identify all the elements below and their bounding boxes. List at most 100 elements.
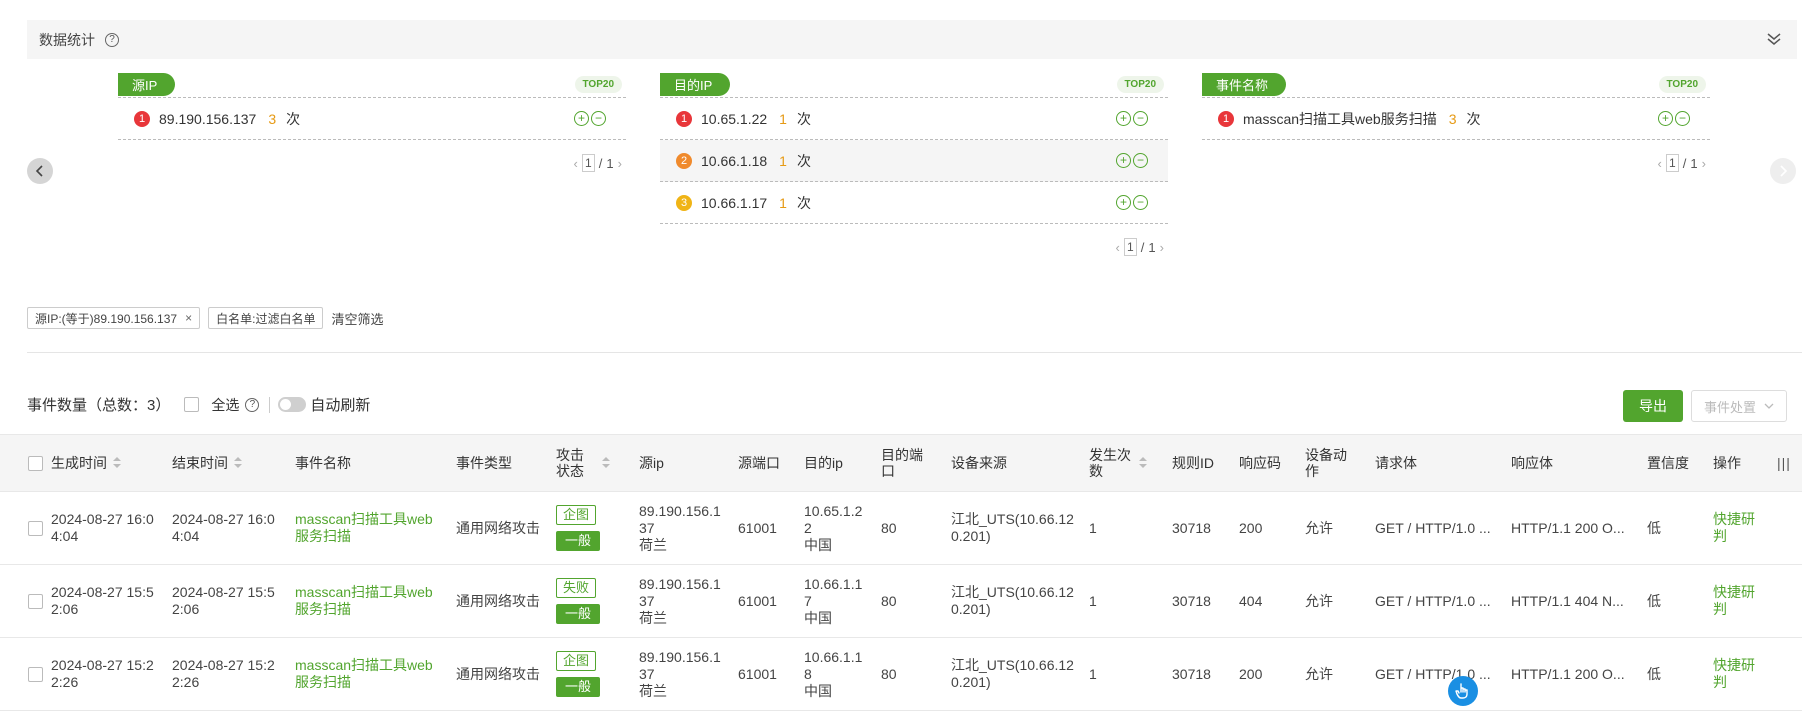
cell-operation[interactable]: 快捷研判 — [1705, 638, 1769, 711]
list-item[interactable]: 3 10.66.1.17 1 次 + − — [660, 182, 1168, 224]
minus-circle-icon[interactable]: − — [1133, 111, 1148, 126]
cell-device-action: 允许 — [1305, 592, 1333, 609]
plus-circle-icon[interactable]: + — [1116, 111, 1131, 126]
panel-destination-ip: 目的IP TOP20 1 10.65.1.22 1 次 + − 2 10.66.… — [660, 73, 1168, 256]
header-label: 事件类型 — [456, 455, 512, 471]
page-sep: / — [598, 155, 603, 171]
hand-pointer-icon — [1455, 683, 1468, 699]
help-icon[interactable]: ? — [105, 32, 119, 47]
sort-icon[interactable] — [602, 456, 610, 470]
top20-badge: TOP20 — [1116, 76, 1164, 93]
sort-icon[interactable] — [113, 456, 121, 470]
sort-icon[interactable] — [234, 456, 242, 470]
list-item[interactable]: 1 89.190.156.137 3 次 + − — [118, 98, 626, 140]
double-chevron-down-icon[interactable] — [1765, 30, 1783, 48]
list-item[interactable]: 1 masscan扫描工具web服务扫描 3 次 + − — [1202, 98, 1710, 140]
table-row[interactable]: 2024-08-27 15:52:06 2024-08-27 15:52:06 … — [0, 565, 1802, 638]
export-button[interactable]: 导出 — [1623, 390, 1683, 422]
cell-destination-ip: 10.65.1.22 中国 — [796, 492, 873, 565]
row-checkbox[interactable] — [28, 593, 43, 609]
header-label: 置信度 — [1647, 455, 1689, 471]
minus-circle-icon[interactable]: − — [1133, 153, 1148, 168]
list-item[interactable]: 2 10.66.1.18 1 次 + − — [660, 140, 1168, 182]
panel-title: 目的IP — [660, 73, 731, 96]
pagination: ‹ 1 / 1 › — [1202, 154, 1710, 172]
column-header-start-time[interactable]: 生成时间 — [0, 434, 164, 492]
cell-response-body: HTTP/1.1 200 O... — [1511, 519, 1625, 536]
column-header-occurrences[interactable]: 发生次数 — [1081, 434, 1164, 492]
carousel-prev-button[interactable] — [27, 158, 53, 184]
divider — [269, 396, 271, 413]
chevron-right-icon[interactable]: › — [1160, 240, 1164, 255]
chevron-left-icon[interactable]: ‹ — [1115, 240, 1119, 255]
top20-badge: TOP20 — [574, 76, 622, 93]
carousel-next-button[interactable] — [1770, 158, 1796, 184]
cell-request-body: GET / HTTP/1.0 ... — [1375, 592, 1491, 609]
header-label: 发生次数 — [1089, 447, 1131, 479]
list-item[interactable]: 1 10.65.1.22 1 次 + − — [660, 98, 1168, 140]
page-input[interactable]: 1 — [581, 154, 595, 172]
column-header-attack-status[interactable]: 攻击状态 — [548, 434, 631, 492]
filter-chip-whitelist[interactable]: 白名单:过滤白名单 — [208, 307, 324, 329]
plus-circle-icon[interactable]: + — [1116, 153, 1131, 168]
chevron-left-icon[interactable]: ‹ — [1657, 156, 1661, 171]
item-name: masscan扫描工具web服务扫描 — [1243, 110, 1437, 127]
cell-event-name[interactable]: masscan扫描工具web服务扫描 — [287, 565, 448, 638]
cell-occurrences: 1 — [1089, 665, 1097, 682]
clear-filter-link[interactable]: 清空筛选 — [331, 309, 383, 328]
plus-circle-icon[interactable]: + — [1116, 195, 1131, 210]
page-total: 1 — [606, 155, 614, 171]
event-dispose-dropdown[interactable]: 事件处置 — [1691, 390, 1787, 422]
header-label: 生成时间 — [51, 455, 107, 471]
cell-start-time: 2024-08-27 15:22:26 — [0, 638, 164, 711]
column-header-event-name: 事件名称 — [287, 434, 448, 492]
cell-event-name[interactable]: masscan扫描工具web服务扫描 — [287, 492, 448, 565]
chevron-left-icon[interactable]: ‹ — [573, 156, 577, 171]
chevron-right-icon[interactable]: › — [618, 156, 622, 171]
item-name: 10.66.1.18 — [701, 152, 768, 169]
cell-destination-port: 80 — [881, 665, 897, 682]
filter-chip-source-ip[interactable]: 源IP:(等于)89.190.156.137 × — [27, 307, 201, 329]
quick-judge-link[interactable]: 快捷研判 — [1713, 657, 1755, 690]
row-checkbox[interactable] — [28, 520, 43, 536]
column-settings-icon[interactable]: ||| — [1769, 434, 1802, 492]
quick-judge-link[interactable]: 快捷研判 — [1713, 511, 1755, 544]
help-icon[interactable]: ? — [245, 397, 260, 412]
row-checkbox[interactable] — [28, 666, 43, 682]
column-header-end-time[interactable]: 结束时间 — [164, 434, 287, 492]
quick-judge-link[interactable]: 快捷研判 — [1713, 584, 1755, 617]
header-label: 响应体 — [1511, 455, 1553, 471]
event-count: 事件数量（总数：3） — [27, 397, 171, 414]
table-row[interactable]: 2024-08-27 15:22:26 2024-08-27 15:22:26 … — [0, 638, 1802, 711]
cell-operation[interactable]: 快捷研判 — [1705, 492, 1769, 565]
cell-device-source: 江北_UTS(10.66.120.201) — [951, 584, 1074, 617]
minus-circle-icon[interactable]: − — [1675, 111, 1690, 126]
header-checkbox[interactable] — [28, 455, 43, 471]
item-count: 3 — [1448, 110, 1457, 127]
chevron-right-icon[interactable]: › — [1702, 156, 1706, 171]
event-name-link[interactable]: masscan扫描工具web服务扫描 — [295, 584, 433, 617]
cell-empty — [1769, 492, 1802, 565]
close-icon[interactable]: × — [185, 311, 192, 325]
event-name-link[interactable]: masscan扫描工具web服务扫描 — [295, 511, 433, 544]
select-all-checkbox[interactable] — [184, 397, 200, 412]
level-badge: 一般 — [556, 604, 601, 624]
minus-circle-icon[interactable]: − — [591, 111, 606, 126]
cell-operation[interactable]: 快捷研判 — [1705, 565, 1769, 638]
auto-refresh-toggle[interactable] — [278, 397, 307, 412]
table-row[interactable]: 2024-08-27 16:04:04 2024-08-27 16:04:04 … — [0, 492, 1802, 565]
minus-circle-icon[interactable]: − — [1133, 195, 1148, 210]
cell-confidence: 低 — [1647, 665, 1661, 682]
item-unit: 次 — [1466, 110, 1481, 127]
cell-device-source: 江北_UTS(10.66.120.201) — [951, 657, 1074, 690]
page-input[interactable]: 1 — [1665, 154, 1679, 172]
plus-circle-icon[interactable]: + — [574, 111, 589, 126]
event-name-link[interactable]: masscan扫描工具web服务扫描 — [295, 657, 433, 690]
cell-event-name[interactable]: masscan扫描工具web服务扫描 — [287, 638, 448, 711]
page-input[interactable]: 1 — [1123, 238, 1137, 256]
plus-circle-icon[interactable]: + — [1658, 111, 1673, 126]
column-header-event-type: 事件类型 — [448, 434, 548, 492]
chip-label: 白名单:过滤白名单 — [216, 311, 316, 326]
sort-icon[interactable] — [1139, 456, 1147, 470]
status-badge: 企图 — [556, 651, 597, 671]
